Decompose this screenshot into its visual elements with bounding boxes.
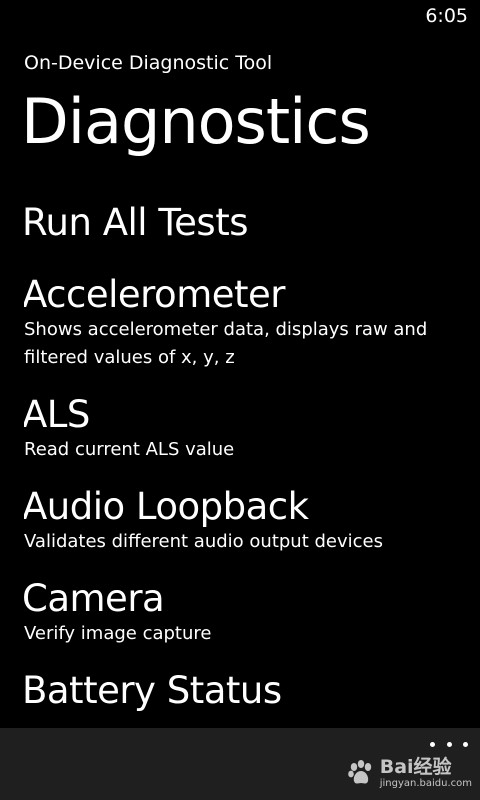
status-bar: 6:05	[0, 0, 480, 32]
list-item-title: Battery Status	[24, 669, 282, 712]
list-item-als[interactable]: ALS Read current ALS value	[24, 390, 464, 464]
list-item-title: ALS	[24, 393, 90, 436]
list-item-run-all-tests[interactable]: Run All Tests	[24, 198, 464, 248]
watermark: Bai经验 jingyan.baidu.com	[346, 752, 472, 794]
app-bar: Bai经验 jingyan.baidu.com	[0, 728, 480, 800]
watermark-url: jingyan.baidu.com	[379, 777, 472, 789]
list-item-accelerometer[interactable]: Accelerometer Shows accelerometer data, …	[24, 270, 464, 372]
list-item-description: Read current ALS value	[24, 439, 235, 460]
list-item-description: Shows accelerometer data, displays raw a…	[24, 319, 428, 368]
list-item-title: Accelerometer	[24, 273, 285, 316]
ellipsis-icon[interactable]	[430, 734, 468, 754]
list-item-title: Camera	[24, 577, 165, 620]
list-item-battery-status[interactable]: Battery Status	[24, 666, 464, 716]
dot	[463, 741, 468, 747]
dot	[446, 741, 452, 747]
list-item-title: Audio Loopback	[24, 485, 309, 528]
list-item-title: Run All Tests	[24, 201, 248, 244]
app-title: On-Device Diagnostic Tool	[24, 52, 273, 74]
list-item-camera[interactable]: Camera Verify image capture	[24, 574, 464, 648]
page-title: Diagnostics	[21, 85, 371, 158]
watermark-brand: Bai经验	[379, 755, 452, 778]
paw-icon	[347, 760, 371, 784]
dot	[430, 741, 435, 747]
list-item-audio-loopback[interactable]: Audio Loopback Validates different audio…	[24, 482, 464, 556]
list-item-description: Validates different audio output devices	[24, 531, 383, 552]
status-time: 6:05	[425, 5, 468, 27]
test-list: Run All Tests Accelerometer Shows accele…	[24, 198, 464, 728]
list-item-description: Verify image capture	[24, 623, 212, 644]
